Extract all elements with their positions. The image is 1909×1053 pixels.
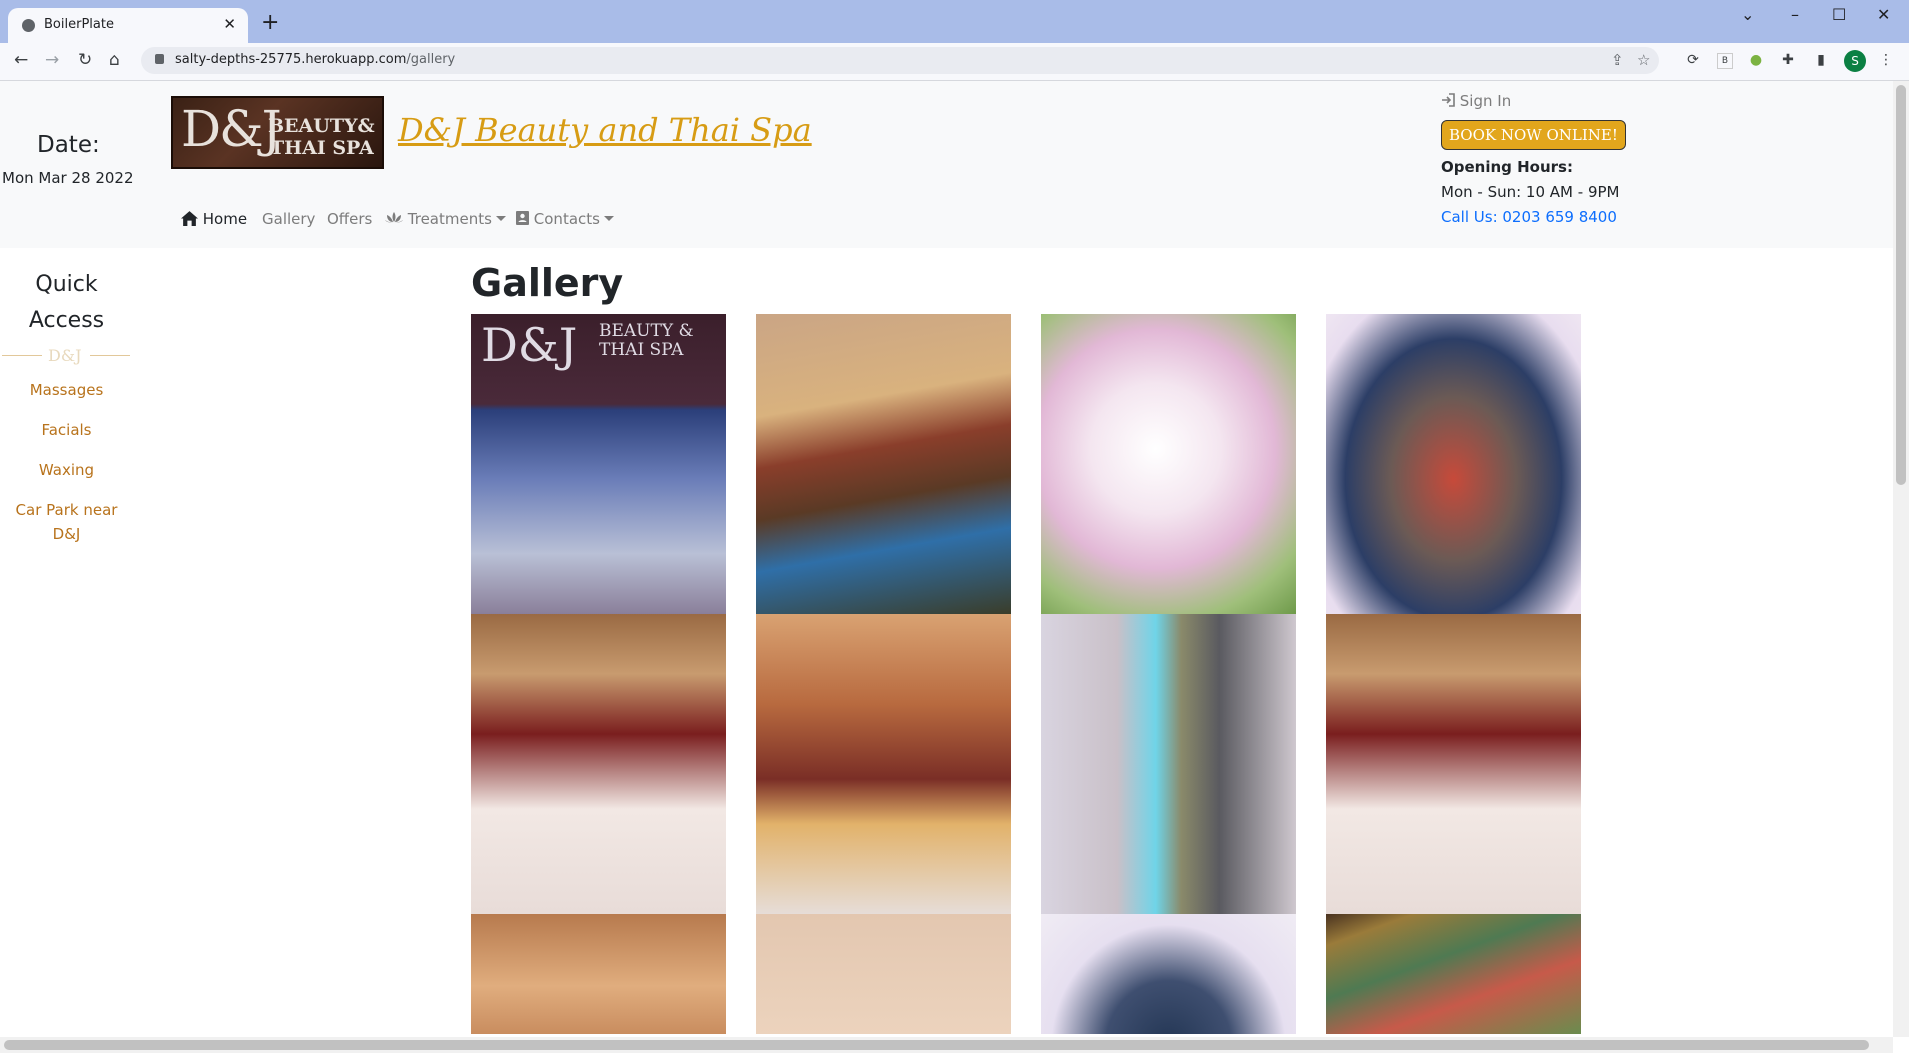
treatment-room-photo[interactable] <box>756 314 1011 614</box>
new-tab-icon[interactable]: + <box>261 10 279 35</box>
url-path: /gallery <box>406 52 456 67</box>
tab-title: BoilerPlate <box>44 17 114 32</box>
browser-tab[interactable]: BoilerPlate ✕ <box>8 8 248 43</box>
shopfront-photo[interactable]: D&J BEAUTY & THAI SPA <box>471 314 726 614</box>
site-header: Date: Mon Mar 28 2022 D&J BEAUTY& THAI S… <box>0 81 1893 248</box>
address-bar[interactable]: salty-depths-25775.herokuapp.com/gallery… <box>141 47 1659 74</box>
page-title: Gallery <box>471 261 624 305</box>
buddha-decor-bowl-photo[interactable] <box>1326 314 1581 614</box>
sign-in-icon <box>1442 93 1455 107</box>
vertical-scrollbar[interactable] <box>1893 81 1909 1037</box>
quick-link-massages[interactable]: Massages <box>0 378 133 402</box>
browser-tab-strip: BoilerPlate ✕ + ⌄ – ☐ ✕ <box>0 0 1909 43</box>
chevron-down-icon <box>495 216 506 221</box>
shopfront-sign: BEAUTY & THAI SPA <box>599 321 694 360</box>
extension-sync-icon[interactable]: ⟳ <box>1684 51 1702 69</box>
date-value: Mon Mar 28 2022 <box>2 169 134 187</box>
nav-offers[interactable]: Offers <box>327 210 372 228</box>
date-label: Date: <box>37 132 100 158</box>
logo[interactable]: D&J BEAUTY& THAI SPA <box>171 96 384 169</box>
nav-home[interactable]: Home <box>181 210 247 228</box>
book-now-button[interactable]: BOOK NOW ONLINE! <box>1441 120 1626 150</box>
nav-treatments-label: Treatments <box>407 210 492 228</box>
home-icon <box>181 211 198 226</box>
vertical-scrollbar-thumb[interactable] <box>1896 85 1906 485</box>
reload-icon[interactable]: ↻ <box>78 50 92 70</box>
close-tab-icon[interactable]: ✕ <box>223 15 236 33</box>
brand-title-link[interactable]: D&J Beauty and Thai Spa <box>398 111 812 149</box>
horizontal-scrollbar-thumb[interactable] <box>4 1040 1869 1050</box>
gallery-grid: D&J BEAUTY & THAI SPA <box>471 314 1581 1037</box>
nav-treatments[interactable]: Treatments <box>385 210 506 228</box>
quick-access-divider: D&J <box>2 346 130 366</box>
quick-link-facials[interactable]: Facials <box>0 418 133 442</box>
lotus-icon <box>385 212 403 223</box>
candle-wall-photo[interactable] <box>471 914 726 1034</box>
massage-bed-candles-photo[interactable] <box>471 614 726 914</box>
bookmark-star-icon[interactable]: ☆ <box>1637 51 1650 69</box>
hallway-photo[interactable] <box>1041 614 1296 914</box>
side-panel-icon[interactable]: ▮ <box>1812 51 1830 69</box>
chevron-down-icon[interactable]: ⌄ <box>1741 5 1754 24</box>
contact-card-icon <box>516 211 529 225</box>
shopfront-logo: D&J <box>481 318 578 372</box>
quick-link-car-park[interactable]: Car Park near D&J <box>0 498 133 546</box>
globe-icon <box>22 19 35 32</box>
nav-contacts[interactable]: Contacts <box>516 210 614 228</box>
quick-access-title: Quick Access <box>28 272 105 333</box>
window-close-icon[interactable]: ✕ <box>1877 5 1890 24</box>
chevron-down-icon <box>603 216 614 221</box>
horizontal-scrollbar[interactable] <box>0 1037 1893 1053</box>
forward-icon[interactable]: → <box>45 50 59 70</box>
lock-icon <box>155 54 164 64</box>
opening-hours-value: Mon - Sun: 10 AM - 9PM <box>1441 183 1620 201</box>
towels-buddha-candles-photo[interactable] <box>756 614 1011 914</box>
nav-gallery[interactable]: Gallery <box>262 210 315 228</box>
extension-b-icon[interactable]: B <box>1717 53 1733 69</box>
opening-hours-title: Opening Hours: <box>1441 158 1573 176</box>
home-browser-icon[interactable]: ⌂ <box>109 50 120 70</box>
extensions-puzzle-icon[interactable]: ✚ <box>1779 51 1797 69</box>
browser-toolbar: ← → ↻ ⌂ salty-depths-25775.herokuapp.com… <box>0 43 1909 81</box>
minimize-icon[interactable]: – <box>1791 5 1799 24</box>
quick-link-waxing[interactable]: Waxing <box>0 458 133 482</box>
sign-in-label: Sign In <box>1459 92 1512 110</box>
call-us-link[interactable]: Call Us: 0203 659 8400 <box>1441 208 1617 226</box>
back-icon[interactable]: ← <box>14 50 28 70</box>
page: Date: Mon Mar 28 2022 D&J BEAUTY& THAI S… <box>0 81 1893 1037</box>
orchid-flower-photo[interactable] <box>1041 314 1296 614</box>
thai-painting-photo[interactable] <box>1326 914 1581 1034</box>
massage-bed-flower-photo[interactable] <box>1326 614 1581 914</box>
nav-home-label: Home <box>202 210 248 228</box>
maximize-icon[interactable]: ☐ <box>1832 5 1846 24</box>
browser-menu-icon[interactable]: ⋮ <box>1877 51 1895 69</box>
nav-contacts-label: Contacts <box>533 210 600 228</box>
decor-bowl-photo[interactable] <box>1041 914 1296 1034</box>
clock-wall-photo[interactable] <box>756 914 1011 1034</box>
url-host: salty-depths-25775.herokuapp.com <box>175 52 407 67</box>
extension-plant-icon[interactable]: ● <box>1747 51 1765 69</box>
share-icon[interactable]: ⇪ <box>1611 51 1624 69</box>
sign-in-link[interactable]: Sign In <box>1441 92 1511 110</box>
profile-avatar[interactable]: S <box>1844 50 1866 72</box>
